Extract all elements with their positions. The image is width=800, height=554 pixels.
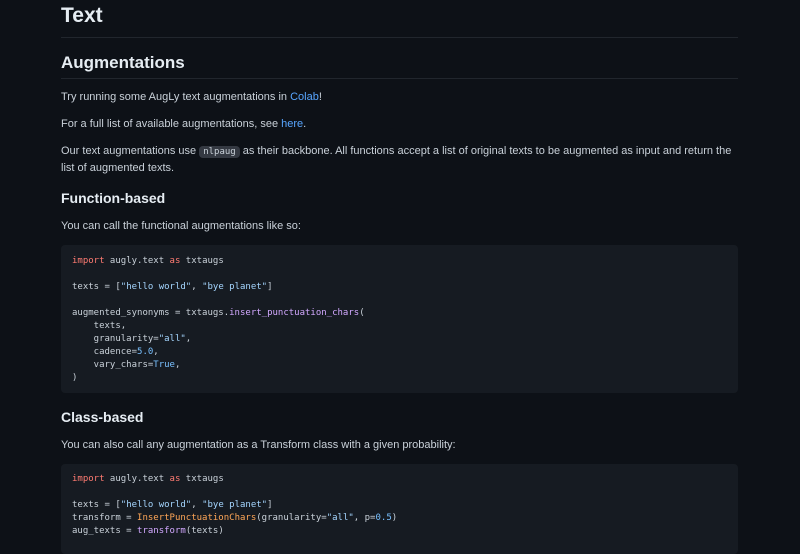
code-text: augmented_synonyms = txtaugs. xyxy=(72,308,230,318)
code-function: transform xyxy=(137,526,186,536)
code-text: granularity= xyxy=(72,334,159,344)
code-text: , xyxy=(174,360,181,370)
code-text: aug_texts = xyxy=(72,526,138,536)
nlpaug-inline-code: nlpaug xyxy=(199,146,240,158)
code-text: augly.text xyxy=(104,474,170,484)
class-based-description: You can also call any augmentation as a … xyxy=(61,439,456,451)
code-keyword: import xyxy=(72,474,105,484)
code-text: txtaugs xyxy=(180,474,224,484)
code-text: , xyxy=(191,282,203,292)
class-based-heading: Class-based xyxy=(61,409,144,425)
code-text: ( xyxy=(359,308,365,318)
page: Text Augmentations Try running some AugL… xyxy=(0,0,800,554)
code-keyword: import xyxy=(72,256,105,266)
code-keyword: as xyxy=(169,256,181,266)
code-line: texts = ["hello world", "bye planet"] xyxy=(61,499,738,512)
code-string: "all" xyxy=(326,513,354,523)
code-text: texts = [ xyxy=(72,500,121,510)
code-text: ] xyxy=(267,500,273,510)
code-line: import augly.text as txtaugs xyxy=(61,255,738,268)
code-text: (granularity= xyxy=(256,513,327,523)
title-divider xyxy=(61,37,738,38)
intro-paragraph: Try running some AugLy text augmentation… xyxy=(61,89,738,105)
full-list-suffix: . xyxy=(303,118,307,130)
code-text: (texts) xyxy=(185,526,224,536)
code-string: "hello world" xyxy=(120,282,192,292)
code-text: ) xyxy=(391,513,398,523)
code-string: "bye planet" xyxy=(202,282,268,292)
page-title: Text xyxy=(61,4,103,27)
code-text: ] xyxy=(267,282,273,292)
code-string: "all" xyxy=(158,334,186,344)
code-text: cadence= xyxy=(72,347,138,357)
full-list-paragraph: For a full list of available augmentatio… xyxy=(61,116,738,132)
class-based-code-block[interactable]: import augly.text as txtaugs texts = ["h… xyxy=(61,464,738,554)
code-text: augly.text xyxy=(104,256,170,266)
code-line: granularity="all", xyxy=(61,333,738,346)
code-line: aug_texts = transform(texts) xyxy=(61,525,738,538)
code-string: "bye planet" xyxy=(202,500,268,510)
code-text: txtaugs xyxy=(180,256,224,266)
code-text: transform = xyxy=(72,513,138,523)
function-based-code-block[interactable]: import augly.text as txtaugs texts = ["h… xyxy=(61,245,738,393)
backbone-paragraph: Our text augmentations use nlpaug as the… xyxy=(61,143,738,176)
code-number: 0.5 xyxy=(375,513,392,523)
code-constant: True xyxy=(153,360,175,370)
code-line: vary_chars=True, xyxy=(61,359,738,372)
code-text: , xyxy=(153,347,159,357)
code-line: texts, xyxy=(72,321,127,331)
code-line: cadence=5.0, xyxy=(61,346,738,359)
code-text: , xyxy=(185,334,192,344)
intro-suffix: ! xyxy=(318,91,322,103)
section-title: Augmentations xyxy=(61,53,185,72)
backbone-text: Our text augmentations use xyxy=(61,145,200,157)
code-line: texts = ["hello world", "bye planet"] xyxy=(61,281,738,294)
code-line: transform = InsertPunctuationChars(granu… xyxy=(61,512,738,525)
code-keyword: as xyxy=(169,474,181,484)
code-function: insert_punctuation_chars xyxy=(229,308,360,318)
code-text: , xyxy=(191,500,203,510)
code-string: "hello world" xyxy=(120,500,192,510)
code-number: 5.0 xyxy=(137,347,154,357)
code-text: texts = [ xyxy=(72,282,121,292)
code-line: import augly.text as txtaugs xyxy=(61,473,738,486)
function-based-heading: Function-based xyxy=(61,190,166,206)
code-text: , p= xyxy=(353,513,376,523)
colab-link[interactable]: Colab xyxy=(290,91,319,103)
full-list-text: For a full list of available augmentatio… xyxy=(61,118,282,130)
code-line: augmented_synonyms = txtaugs.insert_punc… xyxy=(61,307,738,320)
here-link[interactable]: here xyxy=(281,118,303,130)
code-text: vary_chars= xyxy=(72,360,154,370)
code-class: InsertPunctuationChars xyxy=(137,513,257,523)
intro-text: Try running some AugLy text augmentation… xyxy=(61,91,291,103)
section-divider xyxy=(61,78,738,79)
function-based-description: You can call the functional augmentation… xyxy=(61,220,301,232)
code-line: ) xyxy=(72,373,78,383)
